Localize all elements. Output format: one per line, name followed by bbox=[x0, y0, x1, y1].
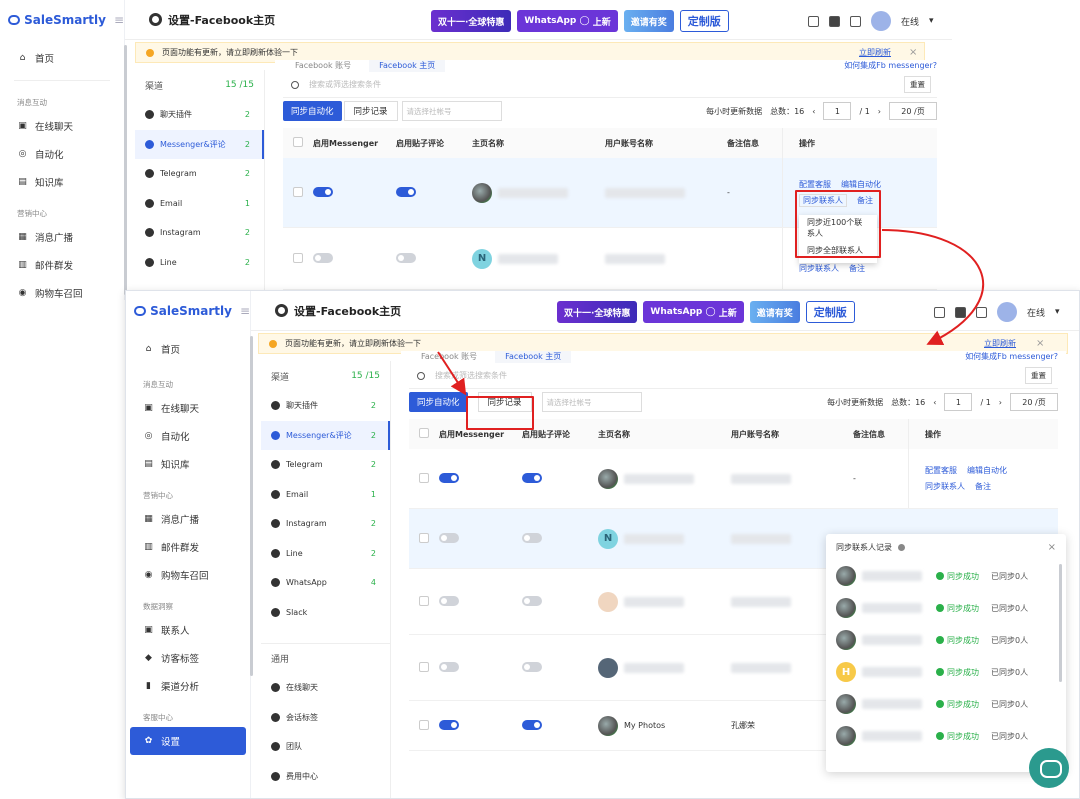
red-curve-arrow bbox=[881, 229, 985, 346]
annotation-arrows bbox=[437, 229, 985, 396]
red-straight-arrow bbox=[437, 351, 467, 396]
